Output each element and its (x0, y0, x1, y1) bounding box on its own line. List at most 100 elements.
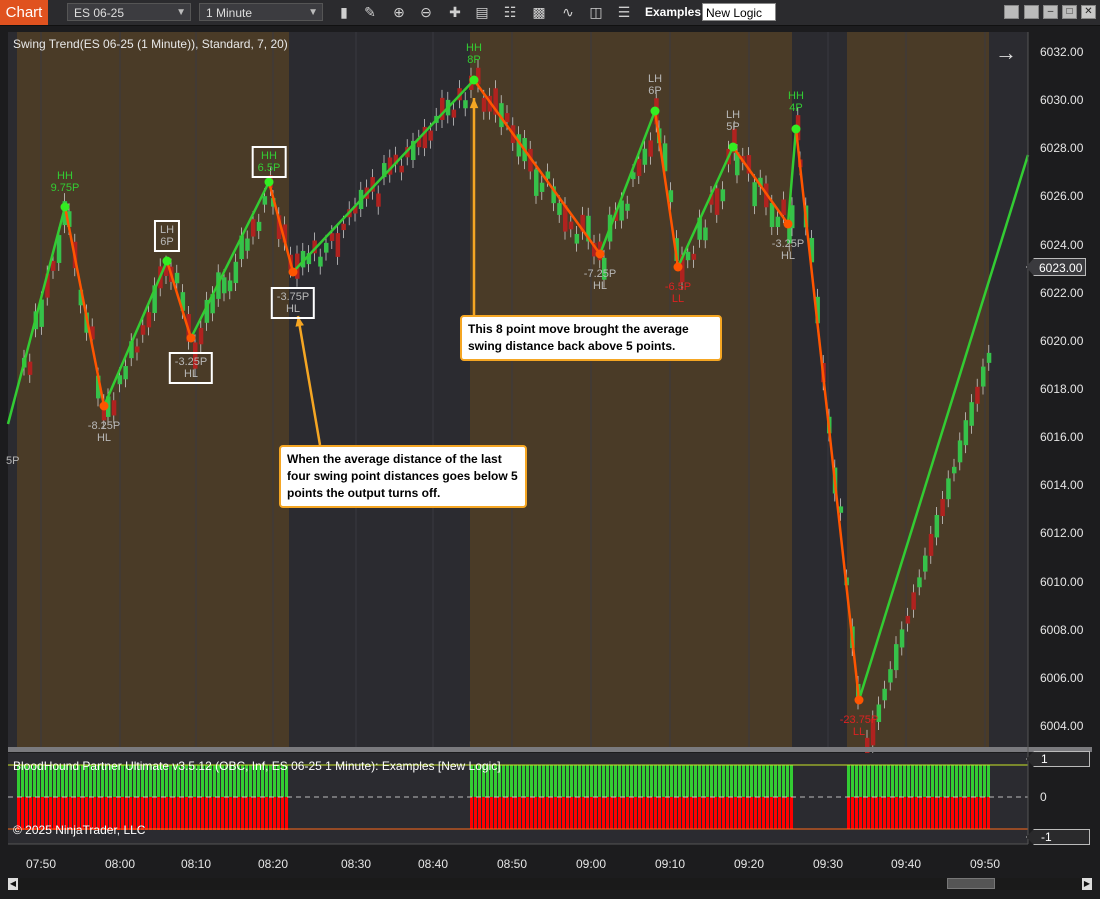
swing-label: HH 6.5P (251, 146, 287, 178)
histo-bar-down (730, 797, 733, 829)
histo-bar-down (782, 797, 785, 829)
histo-bar-up (518, 765, 521, 797)
crosshair-icon[interactable]: ✚ (447, 4, 463, 20)
histo-bar-down (754, 797, 757, 829)
histo-bar-down (189, 797, 192, 830)
window-option-button[interactable] (1004, 5, 1019, 19)
histo-bar-up (638, 765, 641, 797)
histo-bar-up (554, 765, 557, 797)
histo-bar-up (871, 765, 874, 797)
chevron-down-icon: ▼ (308, 7, 318, 18)
zoom-in-icon[interactable]: ⊕ (391, 4, 407, 20)
strategies-icon[interactable]: ▩ (531, 4, 547, 20)
chart-tab[interactable]: Chart (0, 0, 48, 25)
histo-bar-up (979, 765, 982, 797)
candle (636, 158, 642, 176)
swing-label-line1: HH (466, 42, 482, 54)
histo-bar-down (265, 797, 268, 830)
minimize-button[interactable]: – (1043, 5, 1058, 19)
histo-bar-down (746, 797, 749, 829)
candle (146, 312, 152, 328)
histo-bar-up (722, 765, 725, 797)
candle (451, 109, 457, 118)
templates-icon[interactable]: ◫ (588, 4, 604, 20)
histo-bar-up (674, 765, 677, 797)
maximize-button[interactable]: □ (1062, 5, 1077, 19)
candle (928, 533, 934, 556)
histo-bar-up (879, 765, 882, 797)
swing-label-line1: -7.25P (583, 268, 617, 280)
price-axis-label: 6024.00 (1040, 237, 1084, 252)
histo-bar-down (867, 797, 870, 829)
properties-icon[interactable]: ☷ (502, 4, 518, 20)
window-option-button[interactable] (1024, 5, 1039, 19)
candle (781, 199, 786, 216)
swing-label-line1: -3.25P (771, 238, 805, 250)
indicators-icon[interactable]: ∿ (560, 4, 576, 20)
price-axis-label: 6020.00 (1040, 333, 1084, 348)
price-axis-label: 6026.00 (1040, 189, 1084, 204)
draw-pencil-icon[interactable]: ✎ (362, 4, 378, 20)
candle (318, 256, 323, 267)
candle (135, 346, 140, 353)
histo-bar-down (490, 797, 493, 829)
histo-bar-down (698, 797, 701, 829)
histo-bar-down (518, 797, 521, 829)
histo-bar-down (514, 797, 517, 829)
histo-bar-down (790, 797, 793, 829)
panel-splitter[interactable] (8, 747, 1092, 752)
histo-bar-down (185, 797, 188, 830)
histo-bar-down (181, 797, 184, 830)
histo-bar-up (718, 765, 721, 797)
histo-bar-up (626, 765, 629, 797)
histo-bar-up (883, 765, 886, 797)
candle (714, 188, 720, 215)
horizontal-scrollbar[interactable] (8, 878, 1092, 890)
interval-selector[interactable]: 1 Minute ▼ (199, 3, 323, 21)
histo-bar-down (622, 797, 625, 829)
histo-bar-down (630, 797, 633, 829)
close-button[interactable]: ✕ (1081, 5, 1096, 19)
zoom-out-icon[interactable]: ⊖ (418, 4, 434, 20)
histo-bar-down (987, 797, 990, 829)
indicator-level-tag-low: -1 (1026, 829, 1090, 845)
swing-label-line1: -3.25P (174, 356, 208, 368)
histo-bar-down (758, 797, 761, 829)
candle (691, 253, 697, 260)
scroll-right-icon[interactable]: ▶ (1082, 878, 1092, 890)
swing-label-line1: HH (788, 90, 804, 102)
candle (222, 277, 227, 294)
histo-bar-down (734, 797, 737, 829)
histo-bar-up (863, 765, 866, 797)
histo-bar-up (598, 765, 601, 797)
histo-bar-up (546, 765, 549, 797)
swing-point (650, 106, 660, 116)
bar-type-icon[interactable]: ▮ (336, 4, 352, 20)
histo-bar-down (169, 797, 172, 830)
histo-bar-up (678, 765, 681, 797)
new-logic-field[interactable]: New Logic (702, 3, 776, 21)
scroll-left-icon[interactable]: ◀ (8, 878, 18, 890)
histo-bar-up (867, 765, 870, 797)
candle (940, 498, 945, 517)
swing-label-line1: -8.25P (87, 420, 121, 432)
histo-bar-down (931, 797, 934, 829)
candle (752, 182, 757, 207)
histo-bar-up (706, 765, 709, 797)
price-chart[interactable] (0, 26, 1100, 878)
histo-bar-down (277, 797, 280, 830)
histo-bar-down (911, 797, 914, 829)
candle (923, 555, 928, 572)
list-icon[interactable]: ☰ (616, 4, 632, 20)
arrow-right-icon[interactable]: → (995, 40, 1017, 66)
candle (251, 219, 256, 237)
histo-bar-down (899, 797, 902, 829)
swing-label: -3.25P HL (168, 352, 214, 384)
data-box-icon[interactable]: ▤ (474, 4, 490, 20)
scrollbar-thumb[interactable] (947, 878, 995, 889)
histo-bar-up (983, 765, 986, 797)
instrument-selector[interactable]: ES 06-25 ▼ (67, 3, 191, 21)
candle (245, 238, 250, 251)
histo-bar-down (694, 797, 697, 829)
candle (341, 223, 346, 231)
